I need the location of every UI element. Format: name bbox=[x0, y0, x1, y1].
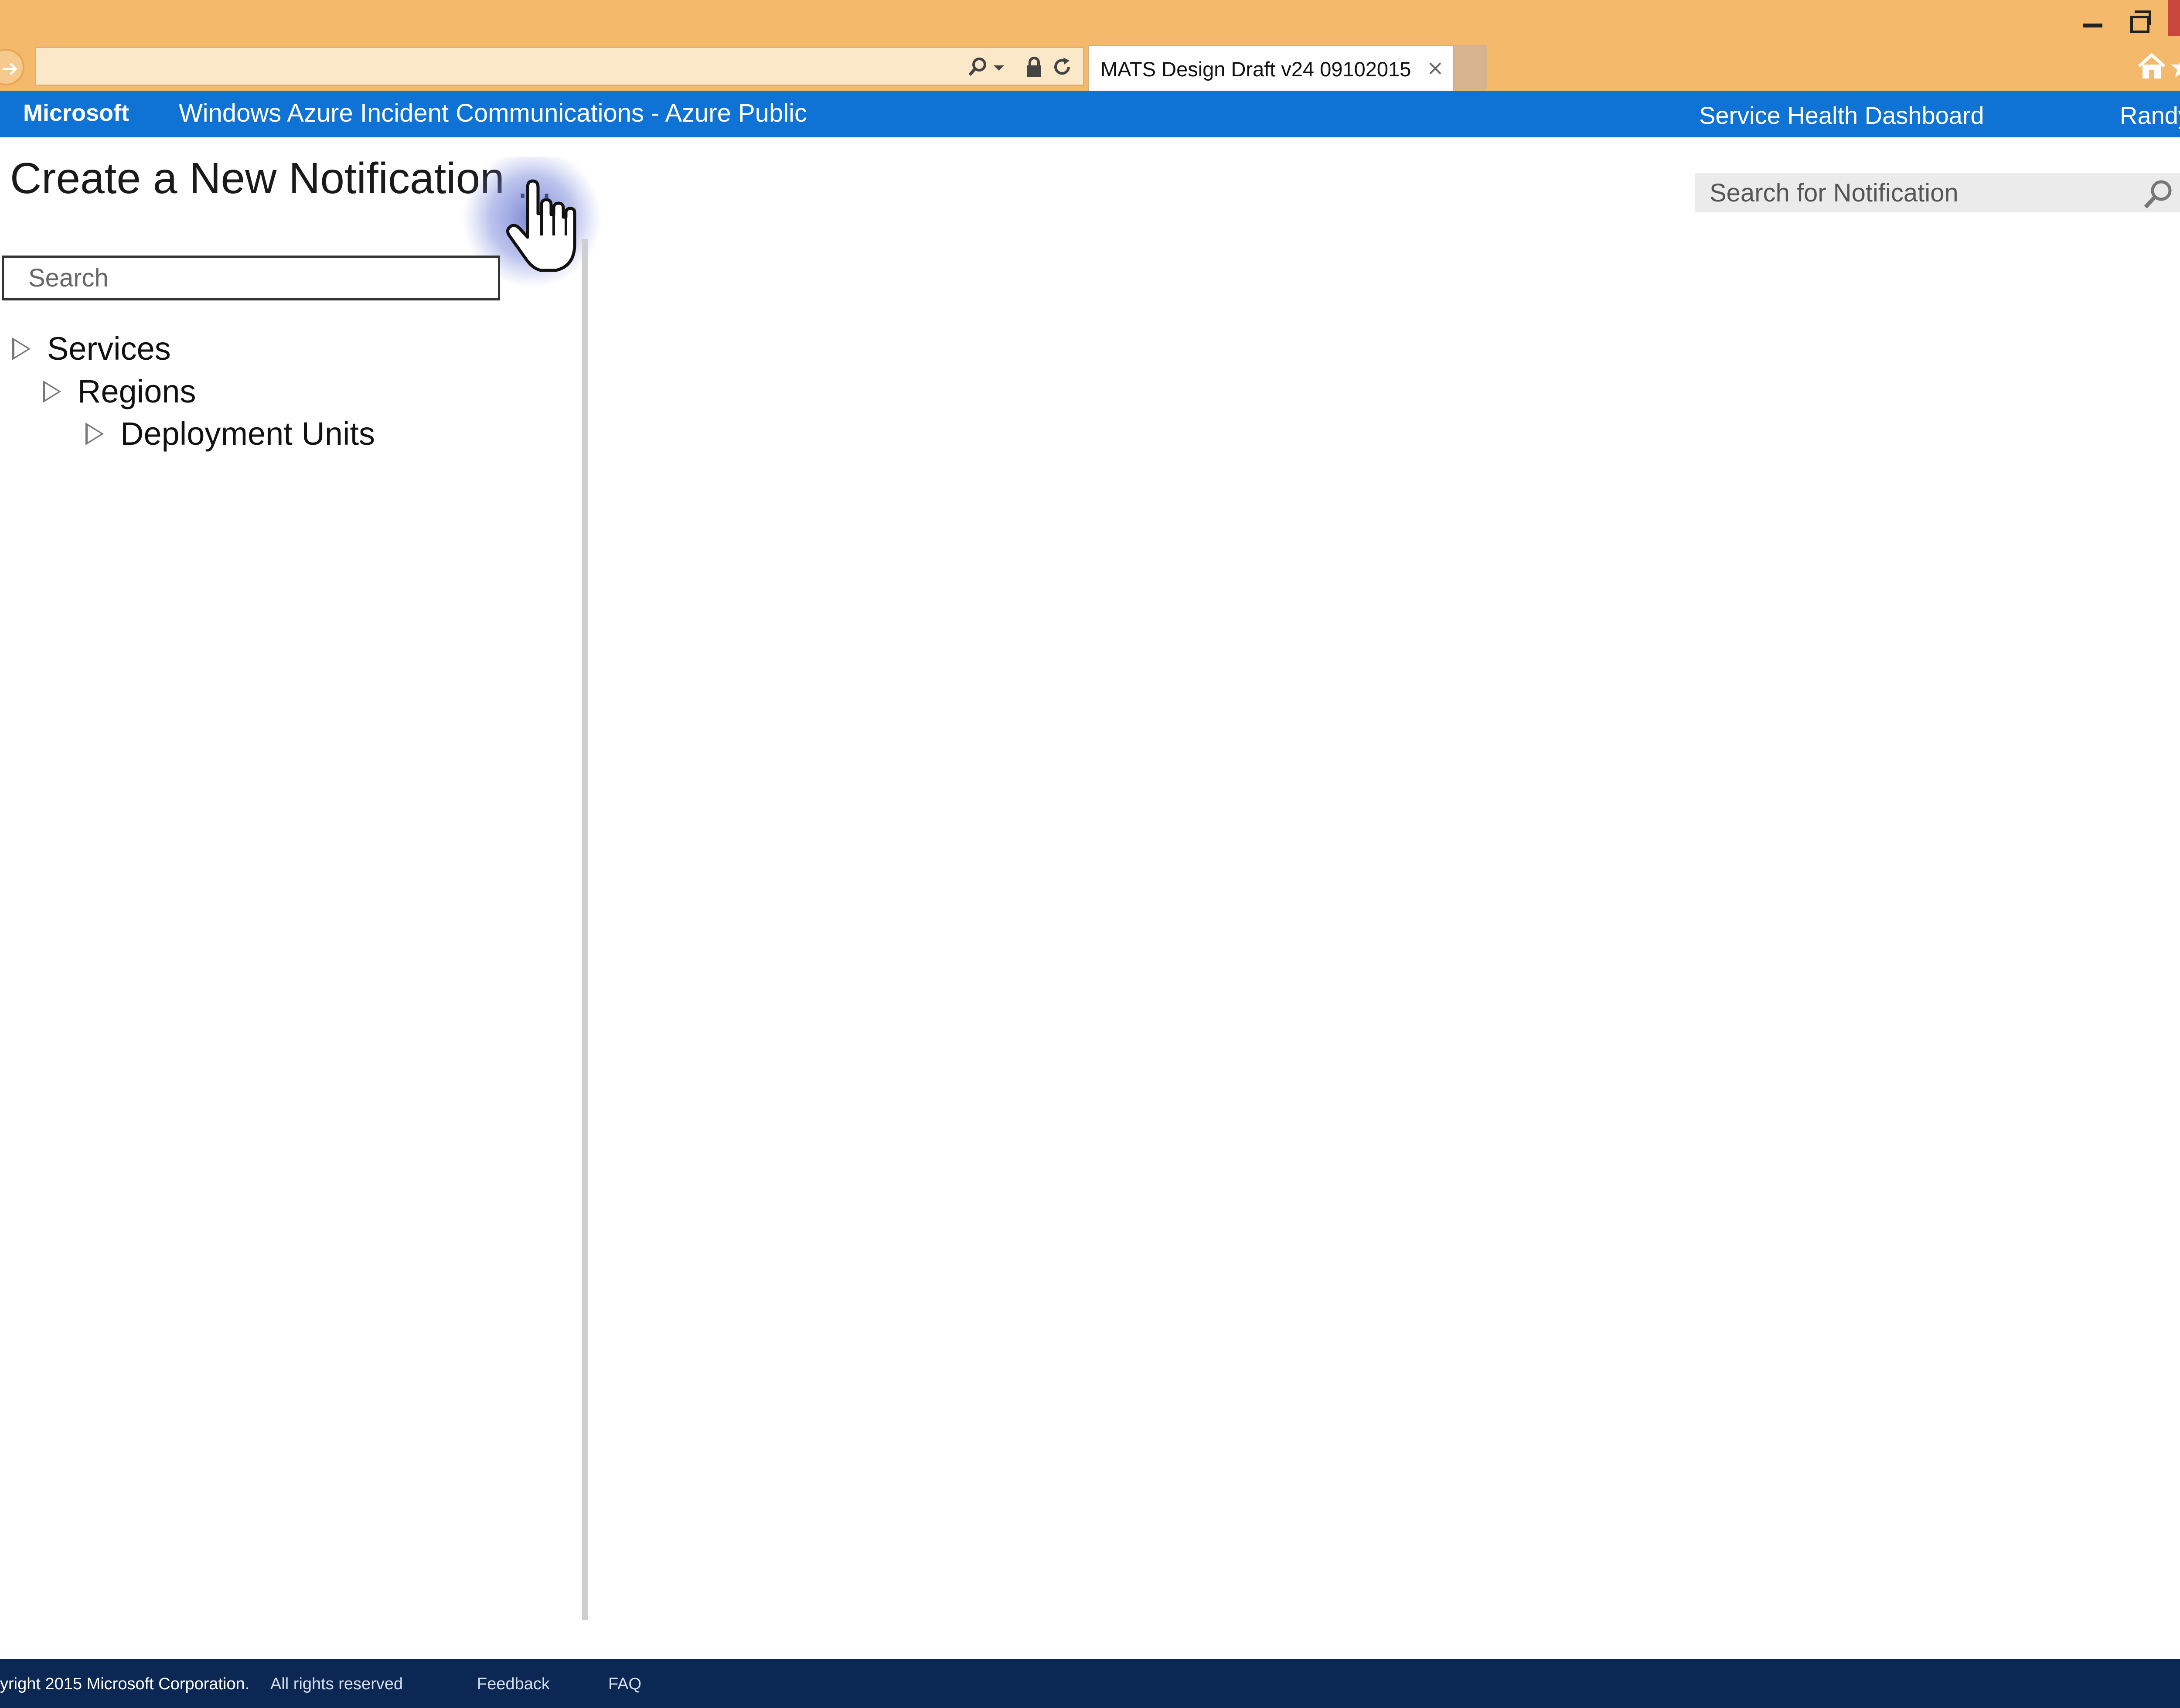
refresh-icon[interactable] bbox=[1052, 57, 1073, 78]
faq-link[interactable]: FAQ bbox=[608, 1675, 641, 1694]
favorites-star-icon[interactable] bbox=[2171, 52, 2180, 83]
page-title: Create a New Notification bbox=[10, 154, 504, 203]
panel-splitter[interactable] bbox=[582, 239, 588, 1620]
tree-item-deployment-units[interactable]: Deployment Units bbox=[85, 415, 375, 452]
search-icon[interactable] bbox=[967, 57, 988, 78]
service-health-dashboard-link[interactable]: Service Health Dashboard bbox=[1699, 101, 1984, 130]
new-tab-button[interactable] bbox=[1454, 45, 1487, 90]
tree-search-input[interactable] bbox=[2, 256, 500, 300]
home-icon[interactable] bbox=[2136, 51, 2167, 82]
footer: yright 2015 Microsoft Corporation. All r… bbox=[0, 1659, 2180, 1708]
address-input[interactable] bbox=[49, 54, 967, 79]
address-bar[interactable] bbox=[35, 47, 1084, 86]
rights-text: All rights reserved bbox=[270, 1675, 403, 1693]
copyright-text: yright 2015 Microsoft Corporation. bbox=[0, 1675, 250, 1693]
triangle-expand-icon[interactable] bbox=[85, 422, 104, 445]
lock-icon[interactable] bbox=[1024, 57, 1045, 78]
browser-chrome: MATS Design Draft v24 09102015 × bbox=[0, 0, 2180, 91]
tab-title: MATS Design Draft v24 09102015 bbox=[1100, 58, 1411, 81]
browser-tab[interactable]: MATS Design Draft v24 09102015 × bbox=[1088, 45, 1454, 91]
triangle-expand-icon[interactable] bbox=[12, 337, 31, 360]
close-window-button[interactable] bbox=[2168, 0, 2180, 36]
tab-close-icon[interactable]: × bbox=[1427, 58, 1444, 78]
tree-item-regions[interactable]: Regions bbox=[43, 373, 196, 410]
back-arrow-icon bbox=[3, 63, 17, 75]
notification-search-box[interactable] bbox=[1695, 173, 2180, 212]
tree-item-services[interactable]: Services bbox=[12, 330, 171, 367]
app-title[interactable]: Windows Azure Incident Communications - … bbox=[179, 99, 807, 128]
tree-item-label: Services bbox=[47, 331, 171, 367]
brand-logo[interactable]: Microsoft bbox=[23, 99, 129, 126]
top-navigation: Microsoft Windows Azure Incident Communi… bbox=[0, 91, 2180, 137]
search-icon[interactable] bbox=[2140, 177, 2175, 212]
minimize-button[interactable] bbox=[2083, 6, 2105, 34]
triangle-expand-icon[interactable] bbox=[43, 380, 61, 403]
tree-item-label: Regions bbox=[78, 373, 196, 409]
notification-search-input[interactable] bbox=[1695, 173, 2131, 212]
back-button[interactable] bbox=[0, 49, 24, 85]
dropdown-arrow-icon[interactable] bbox=[992, 57, 1005, 78]
tree-item-label: Deployment Units bbox=[120, 416, 375, 452]
user-name[interactable]: Randy bbox=[2120, 101, 2180, 130]
feedback-link[interactable]: Feedback bbox=[477, 1675, 550, 1694]
restore-button[interactable] bbox=[2129, 6, 2152, 34]
